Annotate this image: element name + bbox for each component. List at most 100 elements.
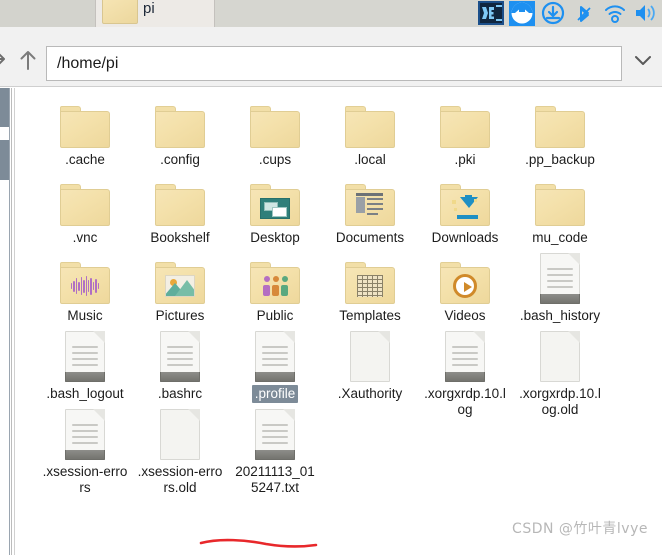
teamviewer-icon[interactable] — [508, 1, 536, 26]
file-icon-wrap — [345, 92, 395, 148]
text-file-icon — [65, 409, 105, 460]
file-label: 20211113_015247.txt — [235, 464, 315, 495]
file-icon-wrap — [255, 404, 295, 460]
file-item[interactable]: Public — [228, 248, 322, 325]
file-item[interactable]: .xsession-errors — [38, 404, 132, 497]
file-label: Public — [256, 308, 294, 323]
sidebar-splitter[interactable] — [0, 88, 22, 555]
folder-icon — [60, 184, 110, 226]
text-file-icon — [445, 331, 485, 382]
file-item[interactable]: Music — [38, 248, 132, 325]
file-item[interactable]: Desktop — [228, 170, 322, 247]
file-icon-wrap — [160, 326, 200, 382]
file-item[interactable]: .xsession-errors.old — [133, 404, 227, 497]
file-label: Documents — [335, 230, 405, 245]
chevron-down-icon[interactable] — [632, 53, 654, 67]
folder-icon — [155, 106, 205, 148]
folder-icon — [535, 184, 585, 226]
file-label: .cache — [65, 152, 105, 167]
folder-icon — [440, 262, 490, 304]
file-item[interactable]: .xorgxrdp.10.log — [418, 326, 512, 419]
file-label: .local — [354, 152, 386, 167]
file-item[interactable]: .Xauthority — [323, 326, 417, 403]
file-icon-wrap — [540, 248, 580, 304]
file-item[interactable]: .local — [323, 92, 417, 169]
splitter-edge — [9, 88, 10, 555]
file-label: .xsession-errors — [42, 464, 128, 495]
file-label: .profile — [251, 385, 299, 403]
file-label: .config — [160, 152, 200, 167]
file-item[interactable]: .bash_logout — [38, 326, 132, 403]
folder-icon — [60, 262, 110, 304]
folder-icon — [250, 262, 300, 304]
file-item[interactable]: .vnc — [38, 170, 132, 247]
file-icon-wrap — [65, 326, 105, 382]
file-icon-wrap — [255, 326, 295, 382]
up-arrow-icon[interactable] — [17, 48, 39, 72]
desktop-overlay-icon — [260, 197, 290, 219]
file-icon-wrap — [155, 248, 205, 304]
watermark-user: 竹叶青lvye — [573, 521, 648, 537]
file-label: Bookshelf — [150, 230, 210, 245]
file-item[interactable]: Templates — [323, 248, 417, 325]
music-overlay-icon — [71, 276, 100, 296]
path-input[interactable]: /home/pi — [46, 46, 622, 81]
file-icon-wrap — [535, 170, 585, 226]
toolbar: /home/pi — [0, 27, 662, 87]
splitter-rail-inner — [14, 88, 15, 555]
file-label: .bash_history — [519, 308, 601, 323]
file-item[interactable]: Downloads — [418, 170, 512, 247]
file-item[interactable]: Bookshelf — [133, 170, 227, 247]
bluetooth-icon[interactable] — [570, 1, 598, 26]
file-label: Templates — [339, 308, 401, 323]
file-item[interactable]: .profile — [228, 326, 322, 403]
file-icon-wrap — [60, 92, 110, 148]
file-item[interactable]: .xorgxrdp.10.log.old — [513, 326, 607, 419]
file-icon-grid: .cache .config .cups .local .pki .pp_backup .v… — [20, 88, 662, 555]
volume-icon[interactable] — [632, 1, 660, 26]
file-icon-wrap — [440, 92, 490, 148]
file-label: .vnc — [72, 230, 98, 245]
folder-icon — [345, 106, 395, 148]
file-item[interactable]: mu_code — [513, 170, 607, 247]
file-label: .Xauthority — [337, 386, 403, 401]
file-item[interactable]: .bash_history — [513, 248, 607, 325]
file-item[interactable]: .pp_backup — [513, 92, 607, 169]
file-icon-wrap — [440, 248, 490, 304]
file-item[interactable]: .cache — [38, 92, 132, 169]
file-icon-wrap — [345, 170, 395, 226]
folder-icon — [155, 184, 205, 226]
file-item[interactable]: Pictures — [133, 248, 227, 325]
file-label: .xsession-errors.old — [137, 464, 223, 495]
file-icon-wrap — [440, 170, 490, 226]
update-icon[interactable] — [539, 1, 567, 26]
csdn-watermark: CSDN @竹叶青lvye — [512, 518, 648, 538]
text-file-icon — [255, 331, 295, 382]
tab-pi[interactable]: pi — [95, 0, 215, 27]
file-item[interactable]: .cups — [228, 92, 322, 169]
file-icon-wrap — [65, 404, 105, 460]
file-item[interactable]: .bashrc — [133, 326, 227, 403]
file-icon-wrap — [540, 326, 580, 382]
file-label: .cups — [258, 152, 292, 167]
vscode-icon[interactable] — [477, 1, 505, 26]
file-item[interactable]: .pki — [418, 92, 512, 169]
text-file-icon — [255, 409, 295, 460]
file-item[interactable]: 20211113_015247.txt — [228, 404, 322, 497]
blank-file-icon — [350, 331, 390, 382]
file-manager-window: pi /home/pi .cache .config .cups .local … — [0, 0, 662, 555]
file-icon-wrap — [60, 248, 110, 304]
tab-label: pi — [143, 0, 155, 17]
file-item[interactable]: Documents — [323, 170, 417, 247]
splitter-rail — [11, 88, 12, 555]
templates-overlay-icon — [357, 275, 383, 297]
file-item[interactable]: .config — [133, 92, 227, 169]
wifi-icon[interactable] — [601, 1, 629, 26]
forward-arrow-icon[interactable] — [0, 49, 10, 69]
public-overlay-icon — [261, 276, 289, 296]
folder-icon — [250, 184, 300, 226]
pictures-overlay-icon — [165, 275, 195, 297]
file-item[interactable]: Videos — [418, 248, 512, 325]
downloads-overlay-icon — [452, 195, 478, 219]
file-label: Pictures — [155, 308, 205, 323]
